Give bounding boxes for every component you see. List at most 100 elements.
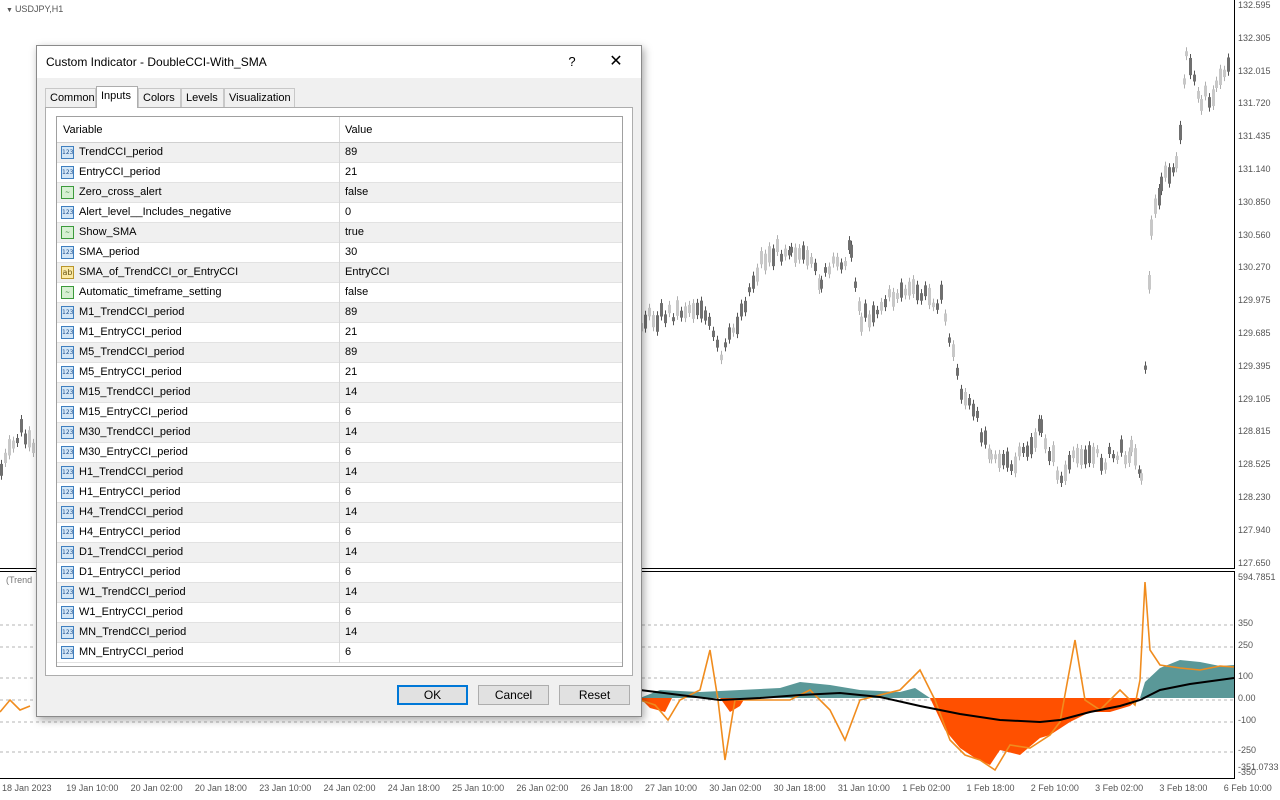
variable-value[interactable]: EntryCCI [345, 266, 390, 278]
candle-body [700, 300, 703, 319]
candle-body [1084, 449, 1087, 465]
table-row[interactable]: 123 EntryCCI_period 21 [57, 163, 622, 183]
column-header-variable[interactable]: Variable [63, 124, 103, 136]
dialog-titlebar[interactable]: Custom Indicator - DoubleCCI-With_SMA ? … [37, 46, 641, 78]
candle-body [1056, 470, 1059, 480]
price-tick-label: 129.105 [1238, 393, 1271, 404]
tab-visualization[interactable]: Visualization [224, 88, 295, 107]
variable-value[interactable]: 14 [345, 626, 357, 638]
column-header-value[interactable]: Value [345, 124, 372, 136]
variable-value[interactable]: 6 [345, 566, 351, 578]
variable-value[interactable]: 89 [345, 146, 357, 158]
candle-body [884, 299, 887, 308]
tab-common[interactable]: Common [45, 88, 96, 107]
variable-value[interactable]: 14 [345, 466, 357, 478]
variable-name: H1_EntryCCI_period [79, 486, 181, 498]
candle-body [1134, 448, 1137, 466]
tab-levels[interactable]: Levels [181, 88, 224, 107]
variable-value[interactable]: 14 [345, 546, 357, 558]
table-row[interactable]: 123 W1_TrendCCI_period 14 [57, 583, 622, 603]
candle-body [940, 284, 943, 300]
cancel-button[interactable]: Cancel [478, 685, 549, 705]
variable-value[interactable]: 30 [345, 246, 357, 258]
cell-divider [339, 323, 340, 343]
table-row[interactable]: 123 H1_EntryCCI_period 6 [57, 483, 622, 503]
variable-value[interactable]: 14 [345, 426, 357, 438]
table-row[interactable]: ~ Zero_cross_alert false [57, 183, 622, 203]
inputs-grid[interactable]: Variable Value 123 TrendCCI_period 89 123 En… [56, 116, 623, 667]
variable-value[interactable]: 21 [345, 326, 357, 338]
table-row[interactable]: 123 D1_TrendCCI_period 14 [57, 543, 622, 563]
variable-value[interactable]: 0 [345, 206, 351, 218]
table-row[interactable]: 123 MN_EntryCCI_period 6 [57, 643, 622, 663]
table-row[interactable]: 123 M5_EntryCCI_period 21 [57, 363, 622, 383]
time-tick-label: 20 Jan 18:00 [194, 783, 247, 793]
variable-value[interactable]: 21 [345, 366, 357, 378]
integer-type-icon: 123 [61, 346, 74, 359]
candle-body [1014, 456, 1017, 474]
tab-colors[interactable]: Colors [138, 88, 181, 107]
table-row[interactable]: 123 H4_EntryCCI_period 6 [57, 523, 622, 543]
price-tick-label: 129.395 [1238, 360, 1271, 371]
variable-value[interactable]: false [345, 286, 368, 298]
candle-body [876, 309, 879, 315]
boolean-type-icon: ~ [61, 286, 74, 299]
close-icon[interactable]: ✕ [605, 52, 627, 72]
variable-value[interactable]: 89 [345, 346, 357, 358]
candle-body [776, 239, 779, 252]
variable-value[interactable]: 6 [345, 486, 351, 498]
tab-inputs[interactable]: Inputs [96, 86, 138, 108]
table-row[interactable]: 123 M30_EntryCCI_period 6 [57, 443, 622, 463]
candle-body [880, 301, 883, 311]
integer-type-icon: 123 [61, 526, 74, 539]
candle-body [968, 398, 971, 406]
table-row[interactable]: ab SMA_of_TrendCCI_or_EntryCCI EntryCCI [57, 263, 622, 283]
candle-body [912, 279, 915, 295]
variable-value[interactable]: 89 [345, 306, 357, 318]
candle-body [806, 250, 809, 266]
table-row[interactable]: 123 M1_EntryCCI_period 21 [57, 323, 622, 343]
price-tick-label: 128.230 [1238, 492, 1271, 502]
table-row[interactable]: 123 Alert_level__Includes_negative 0 [57, 203, 622, 223]
cell-divider [339, 543, 340, 563]
table-row[interactable]: 123 D1_EntryCCI_period 6 [57, 563, 622, 583]
candle-body [980, 432, 983, 443]
table-row[interactable]: ~ Automatic_timeframe_setting false [57, 283, 622, 303]
table-row[interactable]: 123 M15_EntryCCI_period 6 [57, 403, 622, 423]
column-divider[interactable] [339, 117, 340, 142]
table-row[interactable]: 123 M5_TrendCCI_period 89 [57, 343, 622, 363]
boolean-type-icon: ~ [61, 226, 74, 239]
variable-value[interactable]: 14 [345, 506, 357, 518]
table-row[interactable]: ~ Show_SMA true [57, 223, 622, 243]
help-button[interactable]: ? [561, 52, 583, 72]
candle-body [1212, 89, 1215, 107]
table-row[interactable]: 123 W1_EntryCCI_period 6 [57, 603, 622, 623]
time-tick-label: 31 Jan 10:00 [837, 783, 890, 793]
table-row[interactable]: 123 SMA_period 30 [57, 243, 622, 263]
variable-value[interactable]: 6 [345, 446, 351, 458]
price-tick-label: 127.940 [1238, 524, 1271, 535]
variable-value[interactable]: 6 [345, 646, 351, 658]
variable-value[interactable]: true [345, 226, 364, 238]
table-row[interactable]: 123 H4_TrendCCI_period 14 [57, 503, 622, 523]
cell-divider [339, 343, 340, 363]
variable-value[interactable]: 14 [345, 386, 357, 398]
time-tick-label: 1 Feb 18:00 [966, 783, 1015, 793]
variable-value[interactable]: 6 [345, 406, 351, 418]
candle-body [990, 453, 993, 460]
table-row[interactable]: 123 TrendCCI_period 89 [57, 143, 622, 163]
variable-value[interactable]: 14 [345, 586, 357, 598]
ok-button[interactable]: OK [397, 685, 468, 705]
candle-body [850, 244, 853, 258]
price-tick-label: 131.435 [1238, 131, 1271, 142]
variable-value[interactable]: 6 [345, 526, 351, 538]
table-row[interactable]: 123 MN_TrendCCI_period 14 [57, 623, 622, 643]
variable-value[interactable]: false [345, 186, 368, 198]
reset-button[interactable]: Reset [559, 685, 630, 705]
table-row[interactable]: 123 M15_TrendCCI_period 14 [57, 383, 622, 403]
table-row[interactable]: 123 M30_TrendCCI_period 14 [57, 423, 622, 443]
table-row[interactable]: 123 H1_TrendCCI_period 14 [57, 463, 622, 483]
table-row[interactable]: 123 M1_TrendCCI_period 89 [57, 303, 622, 323]
variable-value[interactable]: 21 [345, 166, 357, 178]
variable-value[interactable]: 6 [345, 606, 351, 618]
